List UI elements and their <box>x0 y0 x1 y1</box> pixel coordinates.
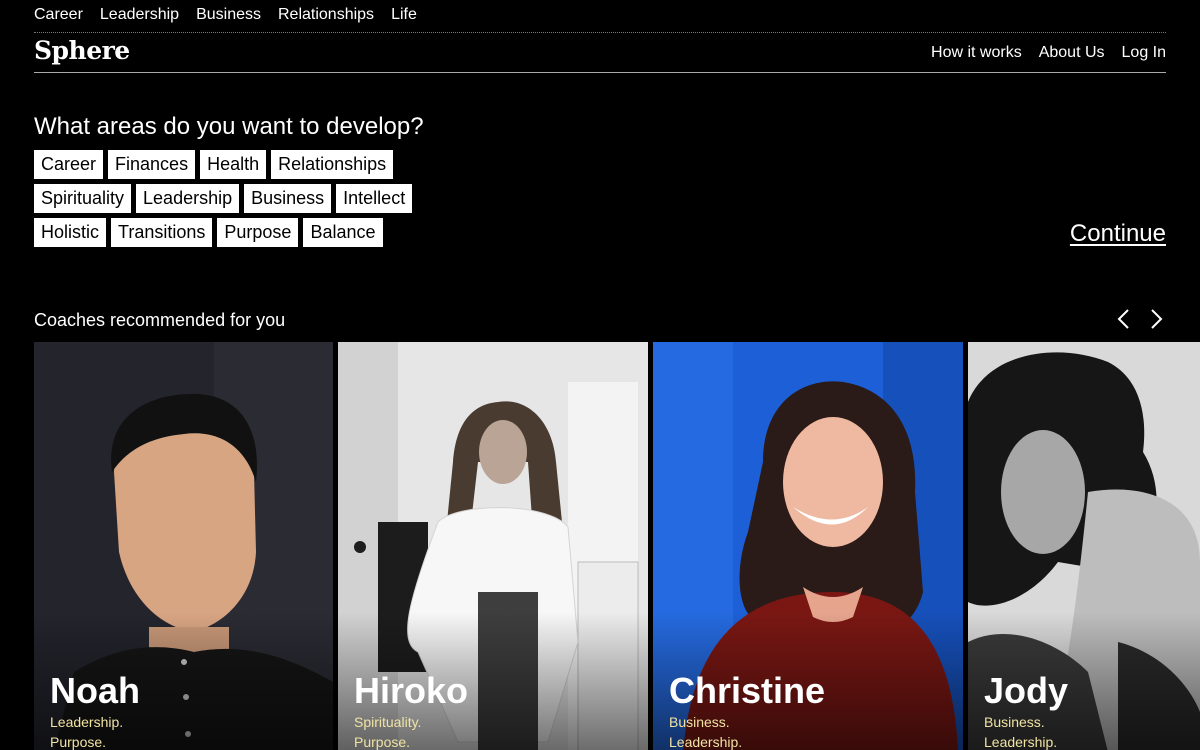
coach-tags: Spirituality. Purpose. <box>354 712 421 750</box>
coach-tags: Business. Leadership. <box>984 712 1057 750</box>
coach-tags: Business. Leadership. <box>669 712 742 750</box>
coach-tag: Leadership. <box>984 734 1058 750</box>
top-nav-life[interactable]: Life <box>391 6 417 24</box>
chip-business[interactable]: Business <box>244 184 332 213</box>
chip-holistic[interactable]: Holistic <box>34 218 107 247</box>
coach-tag: Leadership. <box>50 714 124 730</box>
area-chips: Career Finances Health Relationships Spi… <box>34 150 413 247</box>
coach-name: Christine <box>669 670 826 711</box>
chip-finances[interactable]: Finances <box>108 150 196 179</box>
chip-intellect[interactable]: Intellect <box>336 184 413 213</box>
nav-about-us[interactable]: About Us <box>1039 44 1105 62</box>
chip-row: Holistic Transitions Purpose Balance <box>34 218 412 247</box>
coach-card-jody[interactable]: Jody Business. Leadership. <box>968 342 1200 750</box>
chevron-right-icon[interactable] <box>1148 307 1166 331</box>
main-nav: How it works About Us Log In <box>931 44 1166 62</box>
chip-health[interactable]: Health <box>200 150 267 179</box>
logo[interactable]: Sphere <box>34 36 130 65</box>
chip-row: Spirituality Leadership Business Intelle… <box>34 184 413 213</box>
coach-tag: Business. <box>984 714 1045 730</box>
top-divider <box>34 32 1166 33</box>
top-nav-relationships[interactable]: Relationships <box>278 6 374 24</box>
coaches-section-title: Coaches recommended for you <box>34 310 286 330</box>
chip-relationships[interactable]: Relationships <box>271 150 394 179</box>
chip-career[interactable]: Career <box>34 150 104 179</box>
chip-balance[interactable]: Balance <box>303 218 383 247</box>
carousel-controls <box>1114 307 1166 331</box>
coach-tag: Leadership. <box>669 734 743 750</box>
header-divider <box>34 72 1166 73</box>
coach-card-noah[interactable]: Noah Leadership. Purpose. <box>34 342 333 750</box>
nav-how-it-works[interactable]: How it works <box>931 44 1022 62</box>
chip-row: Career Finances Health Relationships <box>34 150 412 179</box>
chip-leadership[interactable]: Leadership <box>136 184 240 213</box>
coach-name: Noah <box>50 670 140 711</box>
coach-tag: Business. <box>669 714 730 730</box>
top-nav-leadership[interactable]: Leadership <box>100 6 179 24</box>
coach-tags: Leadership. Purpose. <box>50 712 123 750</box>
coach-name: Jody <box>984 670 1069 711</box>
coach-tag: Purpose. <box>50 734 107 750</box>
top-category-nav: Career Leadership Business Relationships… <box>34 6 417 24</box>
chip-transitions[interactable]: Transitions <box>111 218 213 247</box>
chip-spirituality[interactable]: Spirituality <box>34 184 132 213</box>
coach-name: Hiroko <box>354 670 469 711</box>
coach-card-christine[interactable]: Christine Business. Leadership. <box>653 342 963 750</box>
coach-tag: Spirituality. <box>354 714 422 730</box>
areas-question: What areas do you want to develop? <box>34 113 424 140</box>
coaches-carousel: Noah Leadership. Purpose. Hiroko Spiritu… <box>34 342 1200 750</box>
nav-log-in[interactable]: Log In <box>1122 44 1166 62</box>
top-nav-career[interactable]: Career <box>34 6 83 24</box>
chip-purpose[interactable]: Purpose <box>217 218 299 247</box>
coach-card-hiroko[interactable]: Hiroko Spirituality. Purpose. <box>338 342 648 750</box>
chevron-left-icon[interactable] <box>1114 307 1132 331</box>
continue-link[interactable]: Continue <box>1070 220 1166 248</box>
coach-tag: Purpose. <box>354 734 411 750</box>
top-nav-business[interactable]: Business <box>196 6 261 24</box>
